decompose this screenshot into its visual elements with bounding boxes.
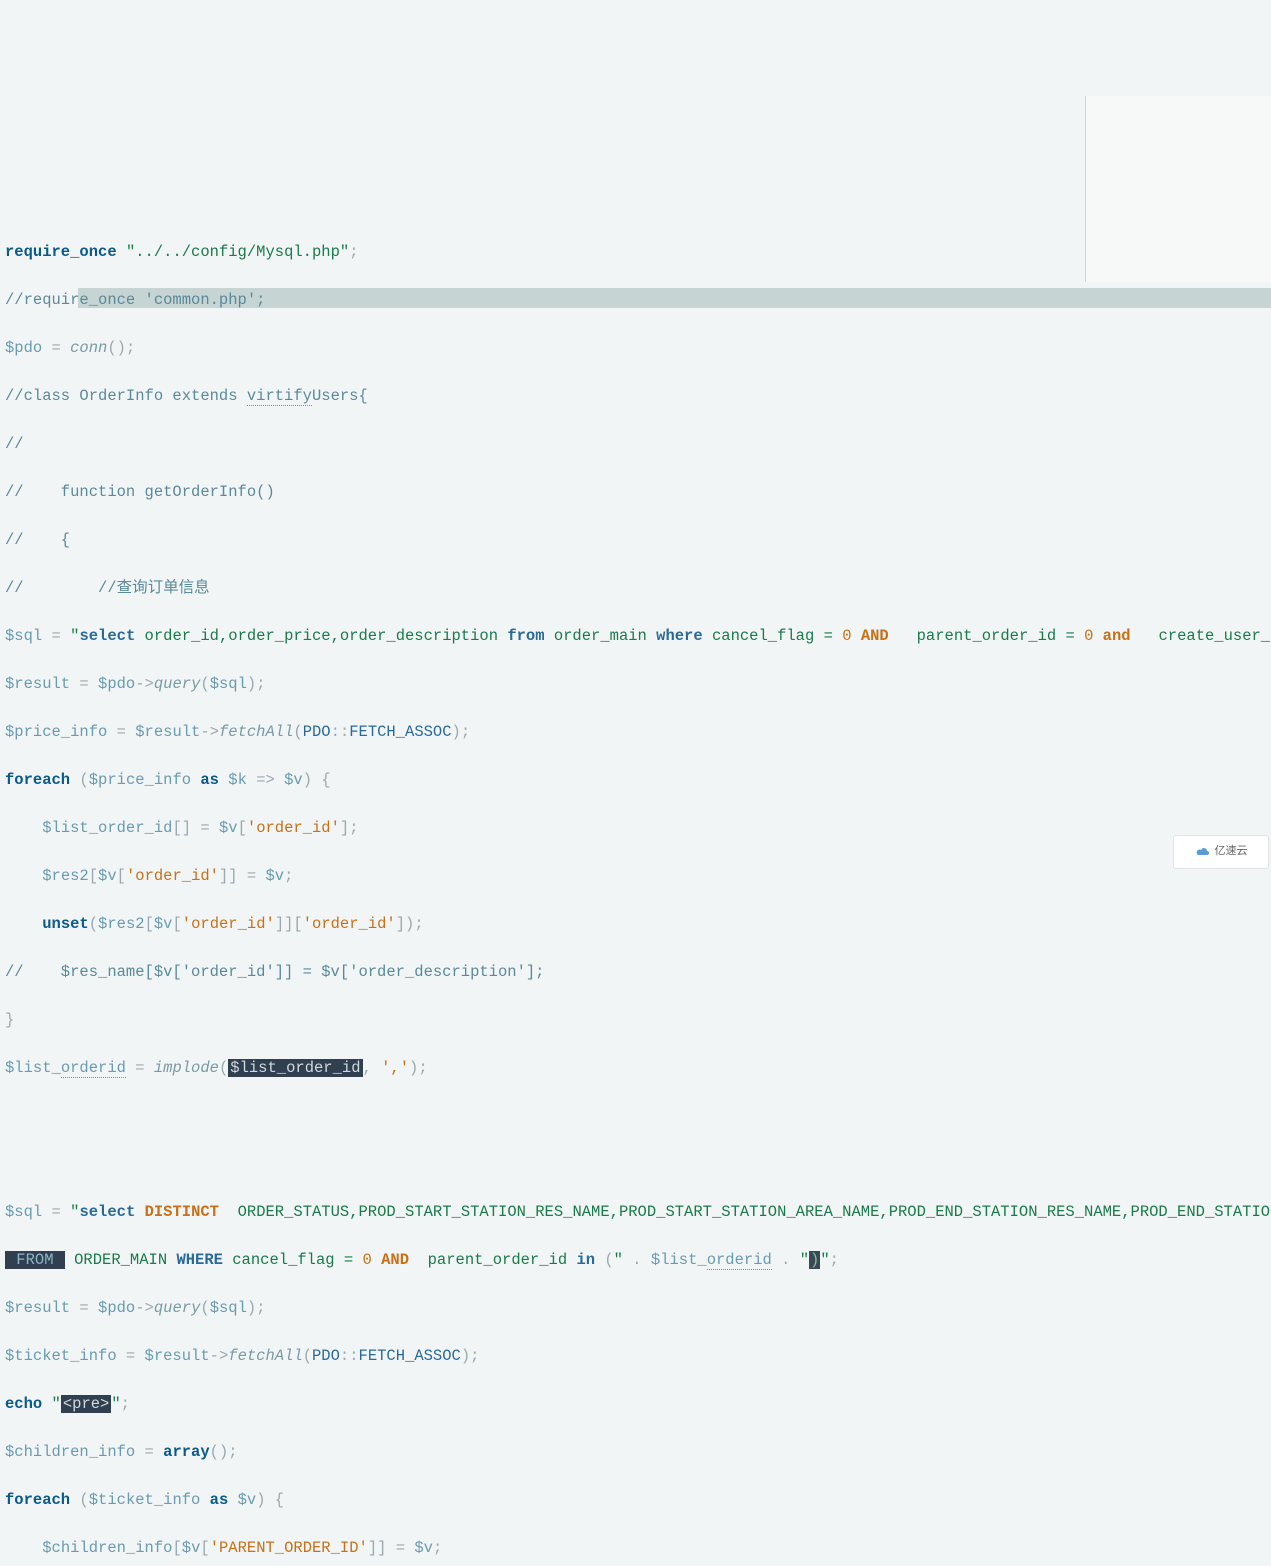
variable: $result xyxy=(5,675,70,693)
variable: $sql xyxy=(5,1203,42,1221)
keyword-unset: unset xyxy=(42,915,89,933)
variable: $sql xyxy=(5,627,42,645)
string: "../../config/Mysql.php" xyxy=(126,243,349,261)
code-content: require_once "../../config/Mysql.php"; /… xyxy=(0,216,1271,1566)
variable: $price_info xyxy=(5,723,107,741)
selected-text: $list_order_id xyxy=(228,1059,362,1077)
keyword-echo: echo xyxy=(5,1395,42,1413)
comment: // $res_name[$v['order_id']] = $v['order… xyxy=(5,963,545,981)
comment: // //查询订单信息 xyxy=(5,579,210,597)
keyword-require: require_once xyxy=(5,243,117,261)
sql-select: select xyxy=(79,627,135,645)
comment: // xyxy=(5,435,24,453)
code-editor[interactable]: require_once "../../config/Mysql.php"; /… xyxy=(0,96,1271,879)
variable: $pdo xyxy=(5,339,42,357)
comment: // { xyxy=(5,531,70,549)
comment: //class OrderInfo extends xyxy=(5,387,247,405)
comment: //require_once 'common.php'; xyxy=(5,291,265,309)
comment: // function getOrderInfo() xyxy=(5,483,275,501)
keyword-foreach: foreach xyxy=(5,771,70,789)
function-call: conn xyxy=(70,339,107,357)
keyword-foreach: foreach xyxy=(5,1491,70,1509)
